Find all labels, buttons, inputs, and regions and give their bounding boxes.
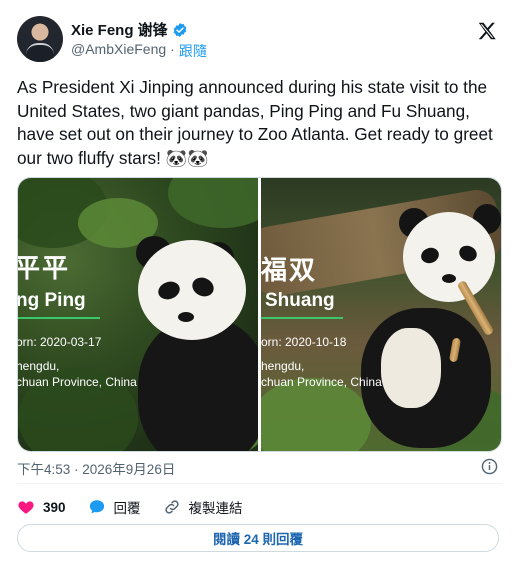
panda-cn-name: 福双 xyxy=(261,256,318,286)
handle-row: @AmbXieFeng · 跟隨 xyxy=(71,41,207,61)
display-name[interactable]: Xie Feng 谢锋 xyxy=(71,19,168,40)
panda-en-name: Shuang xyxy=(265,290,335,311)
reply-bubble-icon xyxy=(89,500,104,514)
panda-en-name: ng Ping xyxy=(18,290,86,311)
likes-count: 390 xyxy=(43,499,66,515)
tweet-text: As President Xi Jinping announced during… xyxy=(17,77,493,168)
follow-button[interactable]: 跟隨 xyxy=(179,41,207,61)
tweet-header: Xie Feng 谢锋 @AmbXieFeng · 跟隨 xyxy=(17,14,502,66)
heart-icon xyxy=(18,501,34,514)
avatar[interactable] xyxy=(17,16,63,62)
action-bar: 390 回覆 複製連結 xyxy=(17,496,265,518)
read-replies-button[interactable]: 閱讀 24 則回覆 xyxy=(17,524,499,552)
tweet-timestamp[interactable]: 下午4:53 · 2026年9月26日 xyxy=(17,458,175,478)
divider-line xyxy=(17,483,502,484)
foliage xyxy=(168,178,258,228)
panda-head xyxy=(138,240,246,340)
separator-dot: · xyxy=(170,41,175,57)
panda-nose xyxy=(178,312,194,322)
panda-birth-date: orn: 2020-03-17 xyxy=(18,335,102,349)
media-grid[interactable]: 平平 ng Ping orn: 2020-03-17 hengdu, chuan… xyxy=(17,177,502,452)
panda-birth-date: orn: 2020-10-18 xyxy=(261,335,347,349)
copy-link-button[interactable]: 複製連結 xyxy=(163,497,243,517)
panda-nose xyxy=(442,274,456,283)
reply-button[interactable]: 回覆 xyxy=(88,497,141,517)
x-logo-icon[interactable] xyxy=(476,20,498,42)
panda-cn-name: 平平 xyxy=(18,254,71,284)
green-divider xyxy=(261,317,343,319)
panda-place-line1: hengdu, xyxy=(18,359,60,373)
info-icon[interactable] xyxy=(481,458,498,475)
name-row: Xie Feng 谢锋 xyxy=(71,19,188,40)
photo-ping-ping[interactable]: 平平 ng Ping orn: 2020-03-17 hengdu, chuan… xyxy=(18,178,258,451)
reply-label: 回覆 xyxy=(113,501,141,516)
panda-place-line1: hengdu, xyxy=(261,359,305,373)
link-icon xyxy=(164,500,179,514)
copy-link-label: 複製連結 xyxy=(188,501,243,516)
panda-head xyxy=(403,212,495,302)
panda-place-line2: chuan Province, China xyxy=(18,375,137,389)
handle[interactable]: @AmbXieFeng xyxy=(71,41,166,61)
panda-place-line2: chuan Province, China xyxy=(261,375,382,389)
photo-fu-shuang[interactable]: 福双 Shuang orn: 2020-10-18 hengdu, chuan … xyxy=(261,178,501,451)
verified-badge-icon xyxy=(173,22,187,37)
green-divider xyxy=(18,317,100,319)
panda-belly xyxy=(381,328,441,408)
tweet-card: Xie Feng 谢锋 @AmbXieFeng · 跟隨 As Presiden… xyxy=(0,0,515,564)
like-button[interactable]: 390 xyxy=(17,498,66,516)
